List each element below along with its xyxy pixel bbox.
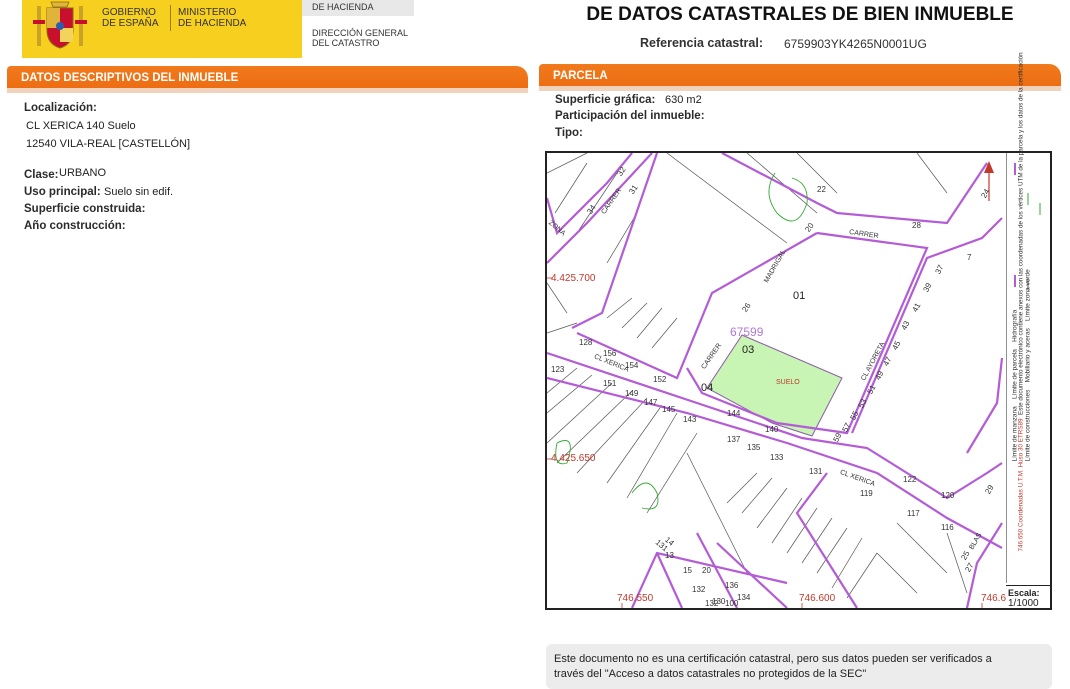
coord-x-2: 746.600 [799,593,836,604]
anio-construccion-label: Año construcción: [24,220,126,232]
uso-principal-label: Uso principal: [24,186,101,198]
house-number: 145 [662,405,676,414]
participacion-label: Participación del inmueble: [555,110,705,122]
house-number: 128 [579,338,593,347]
referencia-catastral-label: Referencia catastral: [640,36,763,50]
coord-x-3: 746.6 [981,593,1007,604]
house-number: 132 [692,585,706,594]
house-number: 123 [551,365,565,374]
house-number: 122 [903,475,917,484]
house-number: 132 [705,599,719,608]
house-number: 116 [941,523,954,532]
superficie-grafica-label: Superficie gráfica: [555,94,656,106]
house-number: 133 [770,453,784,462]
section-underline [539,86,1061,91]
tipo-label: Tipo: [555,127,583,139]
house-number: 143 [683,415,697,424]
house-number: 149 [625,389,639,398]
section-underline [7,88,528,93]
map-scale: Escala: 1/1000 [1006,585,1050,610]
localizacion-label: Localización: [24,102,97,114]
clase-value: URBANO [59,167,107,179]
address-line2: 12540 VILA-REAL [CASTELLÓN] [26,138,191,150]
house-number: 154 [625,361,639,370]
legend-text-2: Límite de construcciones Mobiliario y ac… [1024,269,1032,462]
ministerio-hacienda-text: MINISTERIO DE HACIENDA [178,7,247,29]
house-number: 120 [941,491,955,500]
subparcel-01-label: 01 [793,290,806,302]
house-number: 134 [737,593,751,602]
parcel-use-label: SUELO [776,379,800,386]
house-number: 117 [907,509,920,518]
north-arrow-icon [984,161,994,201]
superficie-grafica-value: 630 m2 [665,94,702,106]
section-header-parcela: PARCELA [539,64,1061,86]
direccion-catastro-text: DIRECCIÓN GENERAL DEL CATASTRO [312,28,409,48]
coord-y-1: 4.425.700 [551,273,596,284]
house-number: 147 [644,398,658,407]
gobierno-espana-text: GOBIERNO DE ESPAÑA [102,7,159,29]
house-number: 156 [603,349,617,358]
cadastral-map[interactable]: 4.425.700 4.425.650 746.550 746.600 746.… [545,151,1052,610]
house-number: 100 [725,599,739,608]
section-header-datos-descriptivos: DATOS DESCRIPTIVOS DEL INMUEBLE [7,66,528,88]
coord-y-2: 4.425.650 [551,453,596,464]
house-number: 136 [725,581,739,590]
coat-of-arms-icon [33,1,87,49]
house-number: 137 [727,435,741,444]
referencia-catastral-value: 6759903YK4265N0001UG [784,37,927,51]
parcel-id-label: 67599 [730,325,764,339]
address-line1: CL XERICA 140 Suelo [26,120,136,132]
house-number: 151 [603,379,617,388]
coord-x-1: 746.550 [617,593,654,604]
uso-principal-value: Suelo sin edif. [104,186,174,198]
legend-coords-text: 746.650 Coordenadas U.T.M. Huso 30 ETRS8… [1017,52,1025,552]
house-number: 22 [817,185,826,194]
house-number: 140 [765,425,779,434]
subparcel-03-label: 03 [742,344,755,356]
verification-notice: Este documento no es una certificación c… [546,644,1052,689]
house-number: 135 [747,443,761,452]
clase-label: Clase: [24,169,59,181]
house-number: 15 [683,566,692,575]
document-title: DE DATOS CATASTRALES DE BIEN INMUEBLE [586,4,1014,25]
ministry-sub-label: DE HACIENDA [312,2,374,12]
house-number: 144 [727,409,741,418]
superficie-construida-label: Superficie construida: [24,203,146,215]
house-number: 131 [809,467,823,476]
house-number: 152 [653,375,667,384]
house-number: 28 [912,221,921,230]
house-number: 119 [860,489,873,498]
house-number: 13 [665,551,674,560]
map-legend: Límite de manzana Límite de parcela Hidr… [1005,52,1050,583]
logo-divider [170,5,171,31]
house-number: 7 [967,253,972,262]
house-number: 20 [702,566,711,575]
subparcel-04-label: 04 [701,382,714,394]
